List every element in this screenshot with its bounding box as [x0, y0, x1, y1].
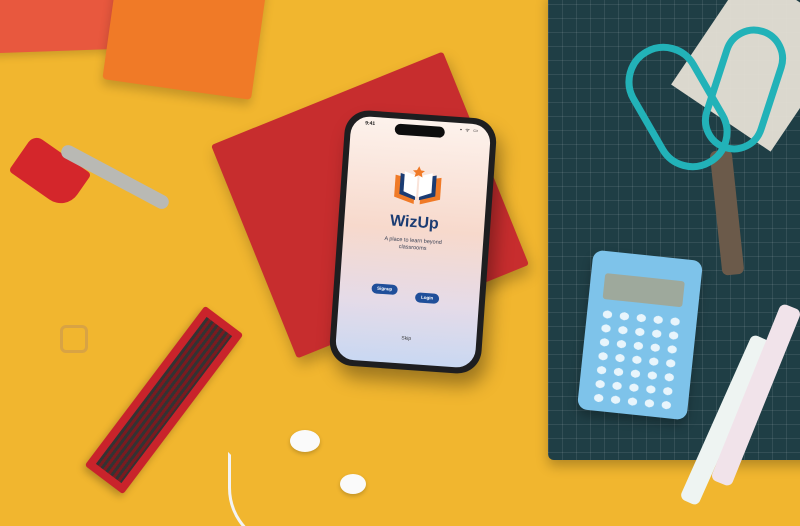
desk-scene: 9:41 ▪ ᯤ ▭ WizUp A place to learn beyond… [0, 0, 800, 526]
app-tagline: A place to learn beyond classrooms [384, 236, 442, 252]
dynamic-island [394, 123, 446, 138]
pencil-leads [95, 316, 233, 484]
status-time: 9:41 [364, 120, 376, 128]
signup-button[interactable]: Signup [371, 283, 398, 296]
stapler-body [8, 133, 92, 212]
status-icons: ▪ ᯤ ▭ [459, 127, 480, 135]
open-book-icon [394, 166, 442, 205]
skip-link[interactable]: Skip [386, 334, 426, 343]
calculator-keys [589, 306, 686, 412]
earbud-left [290, 430, 320, 452]
app-screen: 9:41 ▪ ᯤ ▭ WizUp A place to learn beyond… [334, 115, 492, 369]
calculator-screen [602, 273, 685, 308]
stapler [8, 133, 172, 220]
pencil-lead-case [84, 305, 244, 495]
calculator [576, 249, 704, 421]
binder-clip [60, 325, 88, 353]
earphone-cable [228, 452, 354, 526]
login-button[interactable]: Login [414, 292, 440, 304]
app-title: WizUp [389, 212, 440, 233]
orange-paper [102, 0, 268, 100]
phone: 9:41 ▪ ᯤ ▭ WizUp A place to learn beyond… [328, 109, 498, 375]
earbud-right [340, 474, 366, 494]
status-bar: 9:41 ▪ ᯤ ▭ [351, 115, 492, 141]
